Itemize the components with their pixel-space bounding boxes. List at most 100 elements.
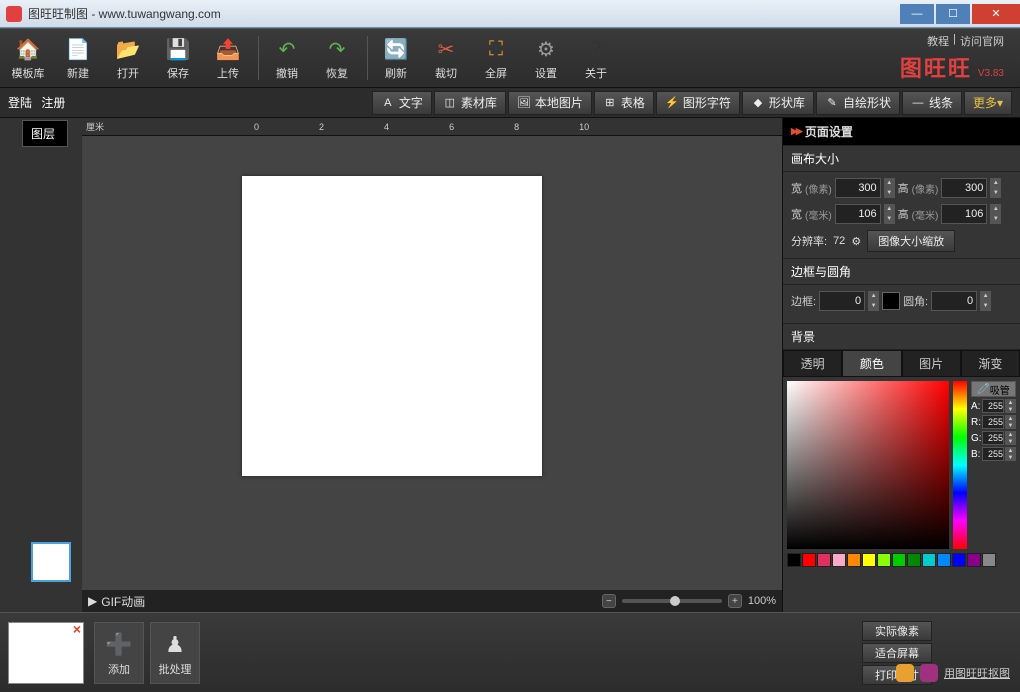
alpha-input[interactable]: [982, 399, 1004, 413]
gear-icon[interactable]: ⚙: [851, 235, 861, 248]
color-swatch[interactable]: [952, 553, 966, 567]
border-color-swatch[interactable]: [882, 292, 900, 310]
color-swatch[interactable]: [817, 553, 831, 567]
border-corner-header: 边框与圆角: [783, 258, 1020, 285]
canvas-viewport[interactable]: [82, 136, 782, 590]
mascot-icon[interactable]: [896, 664, 914, 682]
canvas-size-header: 画布大小: [783, 145, 1020, 172]
toolbar-恢复[interactable]: ↷恢复: [313, 32, 361, 84]
color-swatch[interactable]: [907, 553, 921, 567]
文字-icon: A: [381, 96, 395, 110]
toolbar-模板库[interactable]: 🏠模板库: [4, 32, 52, 84]
red-input[interactable]: [982, 415, 1004, 429]
batch-button[interactable]: ♟ 批处理: [150, 622, 200, 684]
width-mm-input[interactable]: [835, 204, 881, 224]
tutorial-link[interactable]: 教程: [927, 33, 949, 49]
eyedropper-button[interactable]: 🧷吸管: [971, 381, 1016, 397]
color-saturation-area[interactable]: [787, 381, 949, 549]
gif-animation-button[interactable]: ▶ GIF动画: [88, 593, 145, 610]
layers-tab[interactable]: 图层: [22, 120, 68, 147]
toolbar-上传[interactable]: 📤上传: [204, 32, 252, 84]
线条-icon: —: [911, 96, 925, 110]
撤销-icon: ↶: [273, 35, 301, 63]
zoom-in-button[interactable]: +: [728, 594, 742, 608]
plus-icon: ➕: [103, 629, 135, 661]
toolbar-设置[interactable]: ⚙设置: [522, 32, 570, 84]
green-input[interactable]: [982, 431, 1004, 445]
cutout-link[interactable]: 用图旺旺抠图: [944, 665, 1010, 681]
bg-tab-颜色[interactable]: 颜色: [842, 350, 901, 377]
window-maximize-button[interactable]: ☐: [936, 4, 970, 24]
insert-自绘形状[interactable]: ✎自绘形状: [816, 91, 900, 115]
more-button[interactable]: 更多▾: [964, 91, 1012, 115]
add-button[interactable]: ➕ 添加: [94, 622, 144, 684]
toolbar-打开[interactable]: 📂打开: [104, 32, 152, 84]
color-hue-strip[interactable]: [953, 381, 967, 549]
register-link[interactable]: 注册: [41, 96, 65, 110]
color-swatch[interactable]: [922, 553, 936, 567]
bg-tab-图片[interactable]: 图片: [902, 350, 961, 377]
color-swatch[interactable]: [892, 553, 906, 567]
insert-线条[interactable]: —线条: [902, 91, 962, 115]
zoom-out-button[interactable]: −: [602, 594, 616, 608]
mascot-icon-2[interactable]: [920, 664, 938, 682]
color-swatch[interactable]: [877, 553, 891, 567]
view-适合屏幕[interactable]: 适合屏幕: [862, 643, 932, 663]
insert-图形字符[interactable]: ⚡图形字符: [656, 91, 740, 115]
width-px-input[interactable]: [835, 178, 881, 198]
separator: |: [953, 33, 956, 49]
color-swatch[interactable]: [982, 553, 996, 567]
素材库-icon: ◫: [443, 96, 457, 110]
color-swatch[interactable]: [967, 553, 981, 567]
bottom-bar: × ➕ 添加 ♟ 批处理 实际像素适合屏幕打印尺寸 用图旺旺抠图: [0, 612, 1020, 692]
window-minimize-button[interactable]: —: [900, 4, 934, 24]
image-scale-button[interactable]: 图像大小缩放: [867, 230, 955, 252]
window-close-button[interactable]: ✕: [972, 4, 1020, 24]
version-label: V3.83: [978, 68, 1004, 79]
toolbar-撤销[interactable]: ↶撤销: [263, 32, 311, 84]
zoom-value: 100%: [748, 595, 776, 607]
toolbar-保存[interactable]: 💾保存: [154, 32, 202, 84]
insert-本地图片[interactable]: 🖼本地图片: [508, 91, 592, 115]
background-header: 背景: [783, 323, 1020, 350]
insert-文字[interactable]: A文字: [372, 91, 432, 115]
corner-input[interactable]: [931, 291, 977, 311]
toolbar-新建[interactable]: 📄新建: [54, 32, 102, 84]
spinner[interactable]: ▲▼: [884, 204, 895, 224]
color-swatch[interactable]: [847, 553, 861, 567]
canvas[interactable]: [242, 176, 542, 476]
bg-tab-透明[interactable]: 透明: [783, 350, 842, 377]
toolbar-全屏[interactable]: ⛶全屏: [472, 32, 520, 84]
document-thumbnail[interactable]: ×: [8, 622, 84, 684]
color-swatch[interactable]: [862, 553, 876, 567]
view-实际像素[interactable]: 实际像素: [862, 621, 932, 641]
layer-thumbnail[interactable]: [31, 542, 71, 582]
color-swatch[interactable]: [787, 553, 801, 567]
color-swatch[interactable]: [802, 553, 816, 567]
play-icon: ▶: [88, 594, 97, 608]
toolbar-关于[interactable]: ?关于: [572, 32, 620, 84]
blue-input[interactable]: [982, 447, 1004, 461]
border-input[interactable]: [819, 291, 865, 311]
toolbar-刷新[interactable]: 🔄刷新: [372, 32, 420, 84]
color-swatch[interactable]: [937, 553, 951, 567]
login-link[interactable]: 登陆: [8, 96, 32, 110]
app-icon: [6, 6, 22, 22]
toolbar-裁切[interactable]: ✂裁切: [422, 32, 470, 84]
color-swatch[interactable]: [832, 553, 846, 567]
insert-素材库[interactable]: ◫素材库: [434, 91, 506, 115]
打开-icon: 📂: [114, 35, 142, 63]
insert-表格[interactable]: ⊞表格: [594, 91, 654, 115]
spinner[interactable]: ▲▼: [990, 204, 1001, 224]
刷新-icon: 🔄: [382, 35, 410, 63]
official-site-link[interactable]: 访问官网: [960, 33, 1004, 49]
height-px-input[interactable]: [941, 178, 987, 198]
spinner[interactable]: ▲▼: [990, 178, 1001, 198]
insert-形状库[interactable]: ◆形状库: [742, 91, 814, 115]
close-document-icon[interactable]: ×: [70, 622, 84, 636]
裁切-icon: ✂: [432, 35, 460, 63]
bg-tab-渐变[interactable]: 渐变: [961, 350, 1020, 377]
zoom-slider[interactable]: [622, 599, 722, 603]
spinner[interactable]: ▲▼: [884, 178, 895, 198]
height-mm-input[interactable]: [941, 204, 987, 224]
